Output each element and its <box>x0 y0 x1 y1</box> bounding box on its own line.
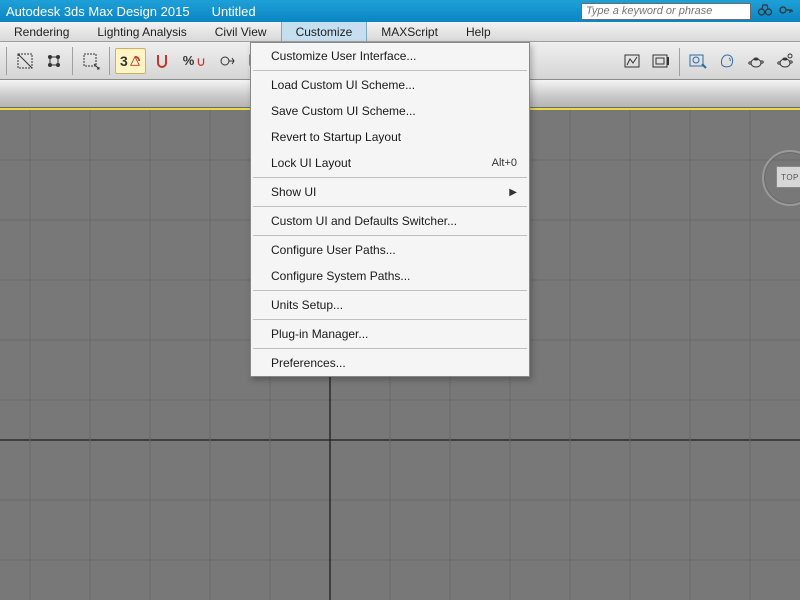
menu-lighting-analysis[interactable]: Lighting Analysis <box>83 22 200 41</box>
menu-help[interactable]: Help <box>452 22 505 41</box>
dd-label: Show UI <box>271 185 316 199</box>
dd-configure-user-paths[interactable]: Configure User Paths... <box>251 237 529 263</box>
dd-show-ui[interactable]: Show UI ▶ <box>251 179 529 205</box>
dd-separator <box>253 235 527 236</box>
viewcube-face-top[interactable]: TOP <box>776 166 800 188</box>
dd-label: Custom UI and Defaults Switcher... <box>271 214 457 228</box>
dd-save-ui-scheme[interactable]: Save Custom UI Scheme... <box>251 98 529 124</box>
dd-separator <box>253 319 527 320</box>
selection-filter-button[interactable] <box>12 48 38 74</box>
angle-value: 3 <box>120 53 128 69</box>
dd-label: Configure System Paths... <box>271 269 410 283</box>
submenu-arrow-icon: ▶ <box>509 187 517 198</box>
customize-dropdown: Customize User Interface... Load Custom … <box>250 42 530 377</box>
render-iterative-button[interactable] <box>714 48 740 74</box>
dd-revert-layout[interactable]: Revert to Startup Layout <box>251 124 529 150</box>
dd-customize-ui[interactable]: Customize User Interface... <box>251 43 529 69</box>
dd-label: Load Custom UI Scheme... <box>271 78 415 92</box>
dd-label: Revert to Startup Layout <box>271 130 401 144</box>
percent-label: % <box>183 53 195 68</box>
dd-separator <box>253 206 527 207</box>
dd-plugin-manager[interactable]: Plug-in Manager... <box>251 321 529 347</box>
selection-region-button[interactable] <box>78 48 104 74</box>
search-box[interactable] <box>581 3 751 20</box>
app-title: Autodesk 3ds Max Design 2015 <box>6 4 190 19</box>
menu-maxscript[interactable]: MAXScript <box>367 22 452 41</box>
dd-configure-system-paths[interactable]: Configure System Paths... <box>251 263 529 289</box>
snap-toggle-button[interactable] <box>149 48 175 74</box>
angle-snap-button[interactable]: 3 <box>115 48 146 74</box>
viewcube[interactable]: TOP <box>762 150 800 206</box>
dd-shortcut: Alt+0 <box>492 157 517 169</box>
dd-label: Preferences... <box>271 356 346 370</box>
key-icon[interactable] <box>778 2 794 21</box>
rendered-frame-button[interactable] <box>648 48 674 74</box>
menu-customize[interactable]: Customize <box>281 22 368 41</box>
teapot-quick-render-button[interactable] <box>743 48 769 74</box>
menu-civil-view[interactable]: Civil View <box>201 22 281 41</box>
dd-label: Customize User Interface... <box>271 49 416 63</box>
dd-lock-ui-layout[interactable]: Lock UI Layout Alt+0 <box>251 150 529 176</box>
spinner-snap-button[interactable] <box>215 48 241 74</box>
document-title: Untitled <box>212 4 256 19</box>
menu-bar: Rendering Lighting Analysis Civil View C… <box>0 22 800 42</box>
dd-units-setup[interactable]: Units Setup... <box>251 292 529 318</box>
title-bar: Autodesk 3ds Max Design 2015 Untitled <box>0 0 800 22</box>
binoculars-icon[interactable] <box>757 2 773 21</box>
link-button[interactable] <box>41 48 67 74</box>
dd-load-ui-scheme[interactable]: Load Custom UI Scheme... <box>251 72 529 98</box>
dd-separator <box>253 177 527 178</box>
dd-separator <box>253 348 527 349</box>
dd-defaults-switcher[interactable]: Custom UI and Defaults Switcher... <box>251 208 529 234</box>
dd-separator <box>253 70 527 71</box>
dd-preferences[interactable]: Preferences... <box>251 350 529 376</box>
percent-snap-button[interactable]: % <box>178 48 213 74</box>
dd-label: Units Setup... <box>271 298 343 312</box>
menu-rendering[interactable]: Rendering <box>0 22 83 41</box>
dd-label: Lock UI Layout <box>271 156 351 170</box>
dd-label: Save Custom UI Scheme... <box>271 104 416 118</box>
render-setup-button[interactable] <box>619 48 645 74</box>
teapot-render-last-button[interactable] <box>772 48 798 74</box>
dd-label: Configure User Paths... <box>271 243 396 257</box>
search-input[interactable] <box>586 5 746 17</box>
dd-separator <box>253 290 527 291</box>
dd-label: Plug-in Manager... <box>271 327 368 341</box>
render-production-button[interactable] <box>685 48 711 74</box>
